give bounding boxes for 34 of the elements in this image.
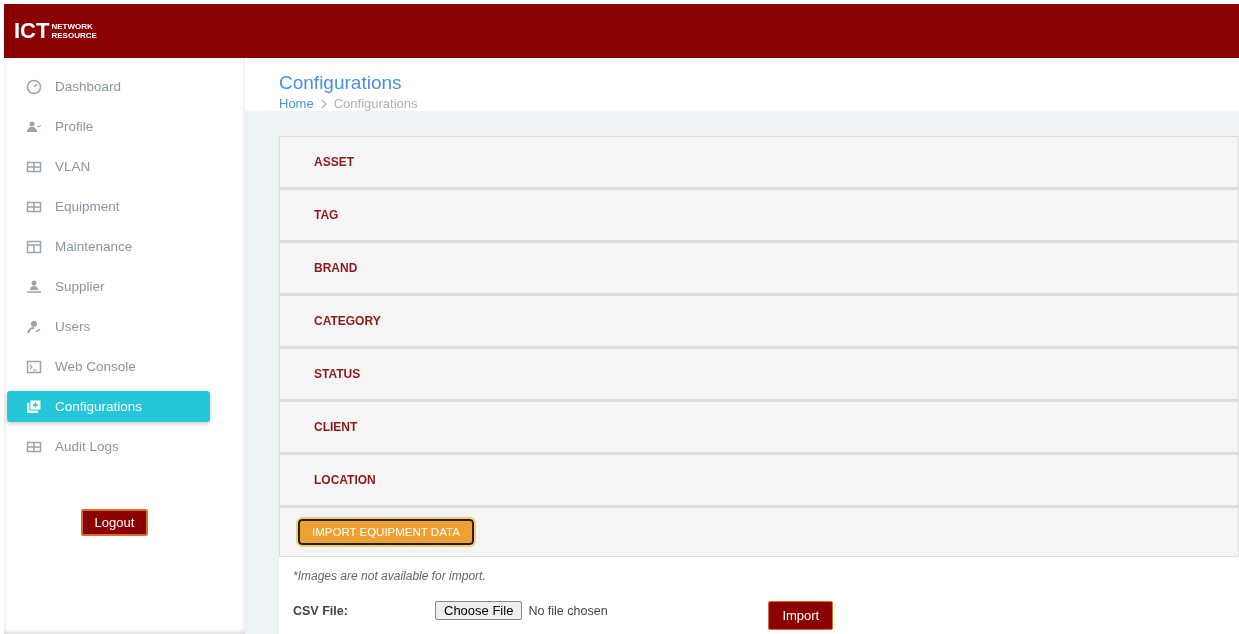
breadcrumb-link[interactable]: Home (279, 96, 314, 111)
add-icon (26, 398, 42, 415)
import-data-button[interactable]: IMPORT EQUIPMENT DATA (298, 519, 474, 545)
field-label: CSV File: (293, 603, 349, 618)
logout-button[interactable]: Logout (80, 509, 149, 536)
accordion-header[interactable]: CATEGORY (279, 295, 1239, 348)
file-status: No file chosen (528, 603, 609, 618)
person-icon (26, 278, 42, 295)
sidebar-item[interactable]: Dashboard (7, 71, 210, 102)
sidebar-item[interactable]: Audit Logs (7, 431, 210, 462)
person-icon (26, 318, 42, 335)
sidebar-item[interactable]: Profile (7, 111, 210, 142)
accordion-header[interactable]: TAG (279, 189, 1239, 242)
breadcrumb-current: Configurations (333, 96, 418, 111)
import-note: *Images are not available for import. (293, 569, 487, 583)
accordion-header[interactable]: CLIENT (279, 401, 1239, 454)
gauge-icon (26, 78, 42, 95)
layout-icon (26, 238, 42, 255)
page-title: Configurations (279, 72, 403, 94)
sidebar-item[interactable]: Equipment (7, 191, 210, 222)
chevron-icon (319, 98, 328, 109)
choose-file-button[interactable]: Choose File (435, 601, 523, 620)
sidebar-item[interactable]: VLAN (7, 151, 210, 182)
sidebar-item[interactable]: Maintenance (7, 231, 210, 262)
accordion-header[interactable]: STATUS (279, 348, 1239, 401)
sidebar-item[interactable]: Supplier (7, 271, 210, 302)
accordion-header[interactable]: ASSET (279, 136, 1239, 189)
accordion-header[interactable]: BRAND (279, 242, 1239, 295)
import-button[interactable]: Import (768, 601, 834, 630)
terminal-icon (26, 358, 42, 375)
sidebar-item[interactable]: Web Console (7, 351, 210, 382)
sidebar-item[interactable]: Configurations (7, 391, 210, 422)
sidebar-item[interactable]: Users (7, 311, 210, 342)
accordion-header[interactable]: LOCATION (279, 454, 1239, 507)
